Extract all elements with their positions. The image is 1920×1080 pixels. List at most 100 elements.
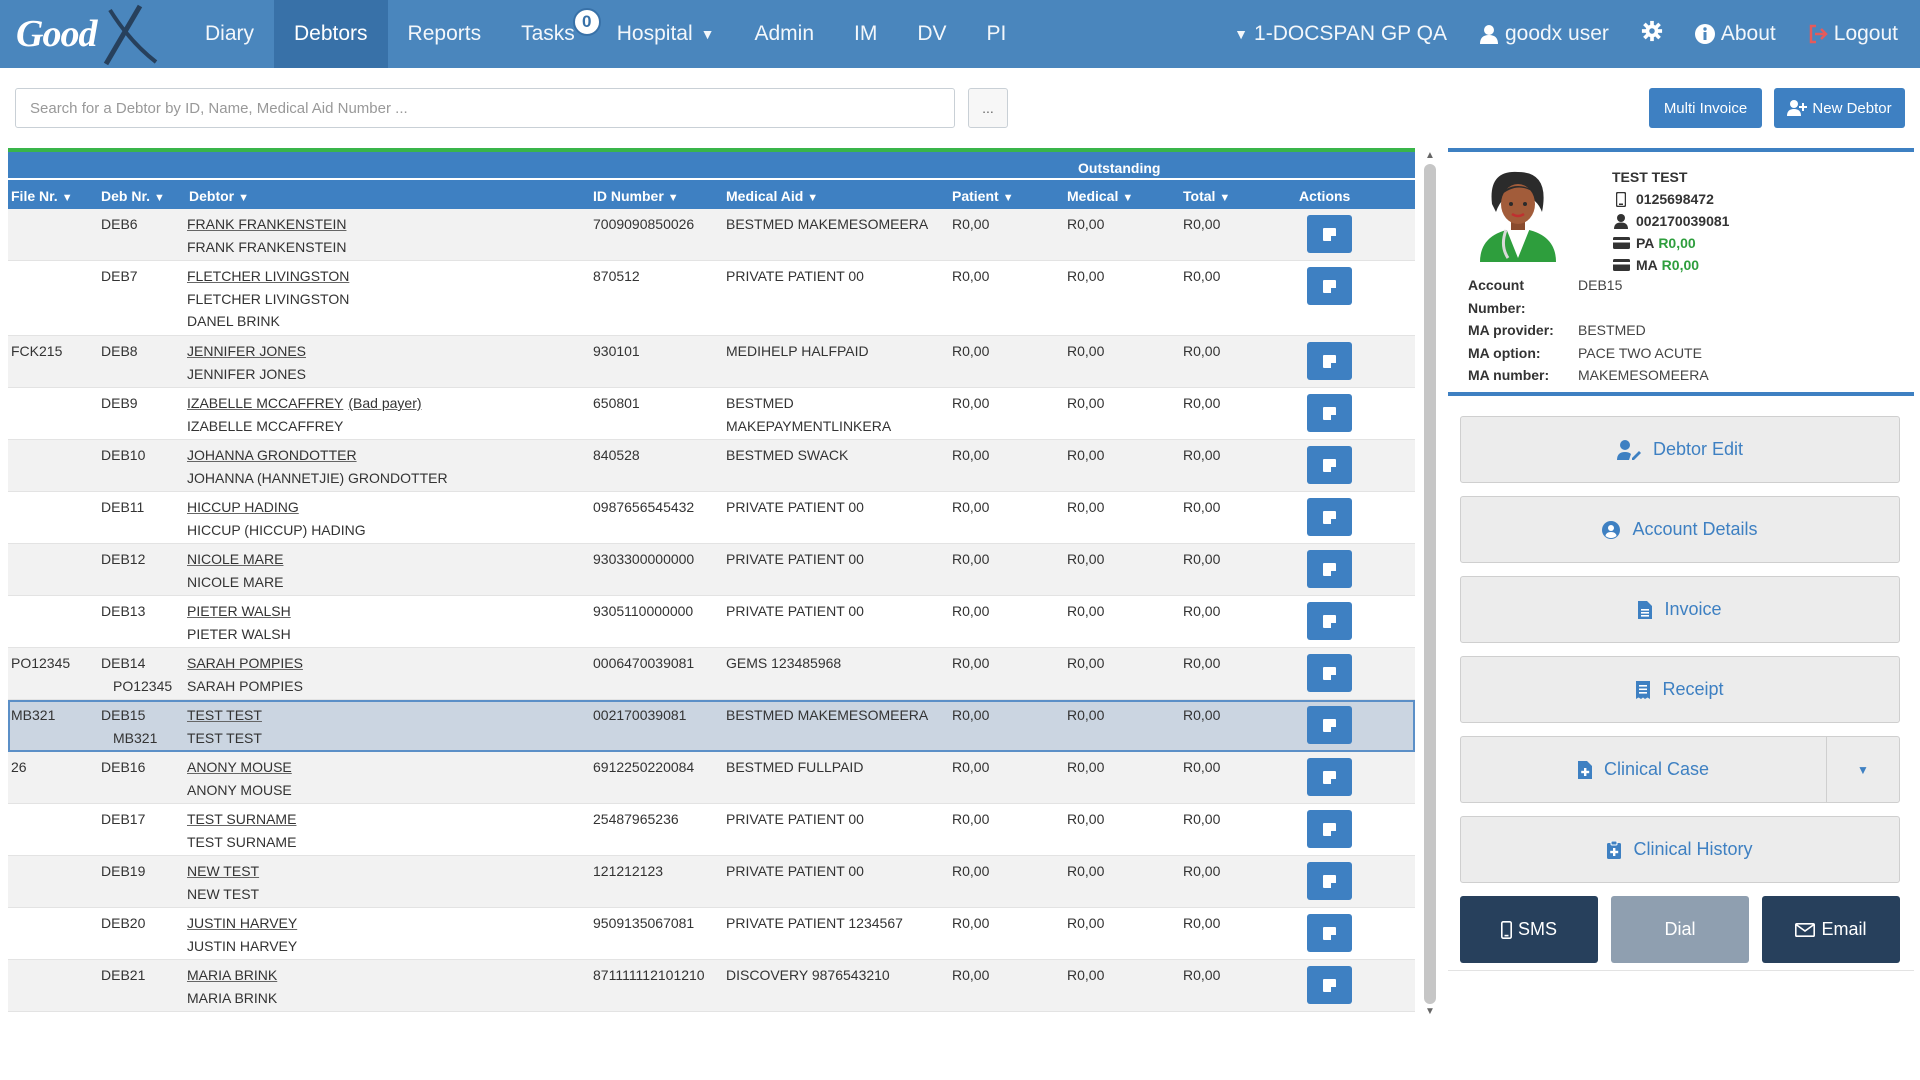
clinical-case-dropdown-toggle[interactable]: ▼ [1826,736,1900,803]
column-header-medical-aid[interactable]: Medical Aid ▼ [726,188,818,204]
debtor-sub-name: JUSTIN HARVEY [187,937,298,954]
row-action-button[interactable] [1307,342,1352,380]
row-action-button[interactable] [1307,550,1352,588]
column-header-debtor[interactable]: Debtor ▼ [189,188,249,204]
table-row[interactable]: DEB20 JUSTIN HARVEY JUSTIN HARVEY 950913506… [8,908,1415,960]
debtor-name-link[interactable]: JOHANNA GRONDOTTER [187,447,357,463]
clinical-case-button[interactable]: Clinical Case [1460,736,1826,803]
debtor-name-link[interactable]: NICOLE MARE [187,551,283,567]
table-scrollbar[interactable]: ▲ ▼ [1422,148,1438,1023]
nav-debtors[interactable]: Debtors [274,0,388,68]
search-options-button[interactable]: ... [968,88,1008,128]
detail-key-account: Account [1468,277,1524,293]
patient-balance: R0,00 [952,707,990,723]
table-row[interactable]: DEB12 NICOLE MARE NICOLE MARE 9303300000000… [8,544,1415,596]
receipt-label: Receipt [1662,679,1724,699]
scrollbar-thumb[interactable] [1424,164,1436,1004]
user-menu[interactable]: goodx user [1463,0,1625,68]
debtor-name-link[interactable]: PIETER WALSH [187,603,291,619]
debtor-name-link[interactable]: TEST SURNAME [187,811,296,827]
row-action-button[interactable] [1307,654,1352,692]
chevron-down-icon: ▼ [1219,192,1231,204]
column-header-medical[interactable]: Medical ▼ [1067,188,1133,204]
debtor-number-cell: DEB19 [101,860,145,882]
nav-dv[interactable]: DV [897,0,966,68]
scroll-up-icon[interactable]: ▲ [1425,150,1435,161]
table-row[interactable]: DEB17 TEST SURNAME TEST SURNAME 25487965236… [8,804,1415,856]
table-row[interactable]: DEB7 FLETCHER LIVINGSTON FLETCHER LIVINGST… [8,261,1415,336]
column-header-total[interactable]: Total ▼ [1183,188,1230,204]
column-header-deb-nr[interactable]: Deb Nr. ▼ [101,188,165,204]
row-action-button[interactable] [1307,810,1352,848]
column-header-patient[interactable]: Patient ▼ [952,188,1014,204]
detail-value-ma-number: MAKEMESOMEERA [1578,367,1709,383]
table-row[interactable]: 26 DEB16 ANONY MOUSE ANONY MOUSE 69122502200… [8,752,1415,804]
debtor-name-link[interactable]: HICCUP HADING [187,499,299,515]
table-row[interactable]: DEB10 JOHANNA GRONDOTTER JOHANNA (HANNETJI… [8,440,1415,492]
table-row[interactable]: DEB11 HICCUP HADING HICCUP (HICCUP) HADING… [8,492,1415,544]
settings-button[interactable] [1625,0,1679,68]
nav-admin[interactable]: Admin [735,0,835,68]
about-button[interactable]: About [1679,0,1792,68]
row-action-button[interactable] [1307,267,1352,305]
debtor-name-link[interactable]: SARAH POMPIES [187,655,303,671]
debtor-name-link[interactable]: TEST TEST [187,707,262,723]
clinical-history-button[interactable]: Clinical History [1460,816,1900,883]
debtor-name-link[interactable]: ANONY MOUSE [187,759,292,775]
debtor-name-link[interactable]: JUSTIN HARVEY [187,915,297,931]
nav-tasks[interactable]: Tasks 0 [501,0,601,68]
column-header-id-number[interactable]: ID Number ▼ [593,188,679,204]
table-row[interactable]: DEB9 IZABELLE MCCAFFREY (Bad payer) IZABELL… [8,388,1415,440]
row-action-button[interactable] [1307,862,1352,900]
nav-im[interactable]: IM [834,0,897,68]
row-action-button[interactable] [1307,966,1352,1004]
logout-button[interactable]: Logout [1792,0,1914,68]
row-action-button[interactable] [1307,914,1352,952]
table-row[interactable]: DEB6 FRANK FRANKENSTEIN FRANK FRANKENSTEIN… [8,209,1415,261]
row-action-button[interactable] [1307,394,1352,432]
debtor-sub-name-cell: SARAH POMPIES [187,675,303,697]
debtor-name-link[interactable]: FLETCHER LIVINGSTON [187,268,349,284]
row-action-button[interactable] [1307,498,1352,536]
scroll-down-icon[interactable]: ▼ [1425,1006,1435,1017]
row-action-button[interactable] [1307,215,1352,253]
debtor-name-link[interactable]: NEW TEST [187,863,259,879]
new-debtor-button[interactable]: New Debtor [1774,88,1905,128]
dial-button[interactable]: Dial [1611,896,1749,963]
email-button[interactable]: Email [1762,896,1900,963]
debtor-number-cell: DEB8 [101,340,138,362]
nav-hospital[interactable]: Hospital ▼ [595,0,735,68]
multi-invoice-button[interactable]: Multi Invoice [1649,88,1762,128]
medical-balance-cell: R0,00 [1067,392,1104,414]
invoice-button[interactable]: Invoice [1460,576,1900,643]
total-balance: R0,00 [1183,967,1221,983]
row-action-button[interactable] [1307,758,1352,796]
table-row[interactable]: DEB13 PIETER WALSH PIETER WALSH 93051100000… [8,596,1415,648]
clinical-case-label: Clinical Case [1603,759,1710,779]
sms-button[interactable]: SMS [1460,896,1598,963]
row-action-button[interactable] [1307,446,1352,484]
debtor-name-link[interactable]: IZABELLE MCCAFFREY [187,395,343,411]
goodx-logo[interactable]: Good [0,0,165,68]
column-header-file-nr[interactable]: File Nr. ▼ [11,188,73,204]
nav-reports[interactable]: Reports [388,0,502,68]
patient-balance: R0,00 [952,603,990,619]
nav-pi[interactable]: PI [967,0,1027,68]
account-details-button[interactable]: Account Details [1460,496,1900,563]
medical-balance: R0,00 [1067,811,1105,827]
table-row[interactable]: FCK215 DEB8 JENNIFER JONES JENNIFER JONES 93… [8,336,1415,388]
debtor-search-input[interactable] [15,88,955,128]
row-action-button[interactable] [1307,706,1352,744]
debtor-name-link[interactable]: FRANK FRANKENSTEIN [187,216,346,232]
debtor-name-link[interactable]: JENNIFER JONES [187,343,306,359]
table-row[interactable]: PO12345 DEB14 PO12345 SARAH POMPIES SARAH PO… [8,648,1415,700]
debtor-name-link[interactable]: MARIA BRINK [187,967,277,983]
practice-selector[interactable]: ▼ 1-DOCSPAN GP QA [1218,0,1463,68]
debtor-edit-button[interactable]: Debtor Edit [1460,416,1900,483]
table-row[interactable]: DEB21 MARIA BRINK MARIA BRINK 8711111121012… [8,960,1415,1012]
receipt-button[interactable]: Receipt [1460,656,1900,723]
nav-diary[interactable]: Diary [185,0,274,68]
table-row[interactable]: MB321 DEB15 MB321 TEST TEST TEST TEST 0021700… [8,700,1415,752]
row-action-button[interactable] [1307,602,1352,640]
table-row[interactable]: DEB19 NEW TEST NEW TEST 121212123 PRIVATE PA… [8,856,1415,908]
